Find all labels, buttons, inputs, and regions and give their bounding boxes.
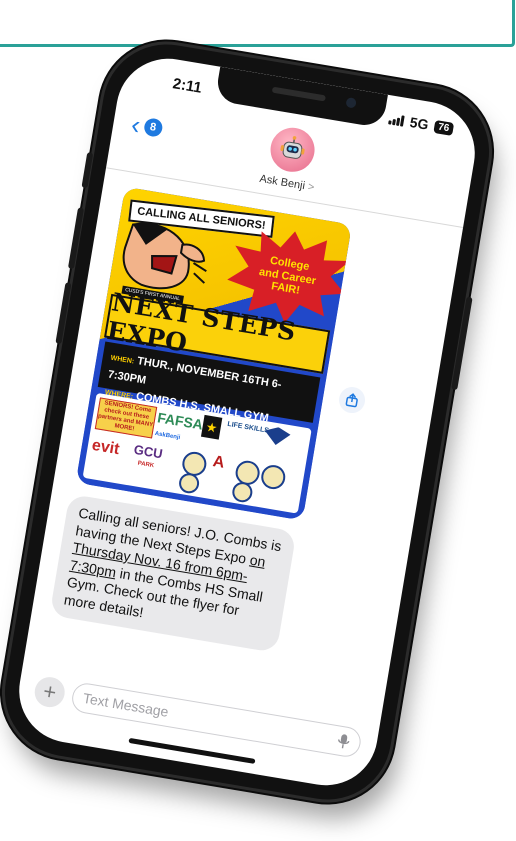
state-seal-logo (259, 463, 288, 491)
message-bubble[interactable]: Calling all seniors! J.O. Combs is havin… (49, 493, 297, 653)
chevron-left-icon: ‹ (129, 109, 143, 141)
contact-avatar[interactable] (267, 124, 318, 176)
fafsa-logo: FAFSA (156, 409, 205, 433)
microphone-icon[interactable] (336, 732, 350, 750)
when-label: WHEN: (110, 354, 135, 366)
message-placeholder: Text Message (81, 689, 170, 720)
add-attachment-button[interactable]: + (32, 674, 67, 710)
power-button (451, 296, 473, 391)
battery-icon: 76 (433, 119, 455, 136)
park-logo: PARK (137, 460, 155, 470)
message-input[interactable]: Text Message (69, 681, 363, 759)
status-indicators: 5G 76 (388, 110, 455, 136)
back-button[interactable]: ‹ 8 (129, 109, 164, 142)
evit-logo: evit (90, 436, 121, 459)
signal-bars-icon (388, 113, 405, 127)
ask-benji-logo: AskBenji (154, 430, 181, 442)
gcu-logo: GCU (132, 441, 164, 462)
front-camera (345, 97, 357, 109)
contact-chevron-icon: > (306, 180, 316, 194)
iphone-device: 2:11 5G 76 ‹ 8 Ask Benji > CALLING ALL S… (0, 34, 499, 810)
share-button[interactable] (337, 385, 368, 416)
speaker-grille (271, 86, 326, 102)
mute-switch (81, 151, 94, 189)
army-star-logo: ★ (200, 414, 223, 440)
volume-up-button (67, 207, 85, 270)
share-icon (345, 393, 358, 408)
teal-frame-border (0, 0, 515, 47)
volume-down-button (55, 282, 72, 345)
network-label: 5G (408, 113, 430, 133)
message-composer: + Text Message (32, 673, 363, 761)
arizona-logo: A (211, 453, 226, 472)
phone-screen: 2:11 5G 76 ‹ 8 Ask Benji > CALLING ALL S… (11, 50, 483, 794)
unread-count-badge: 8 (142, 117, 164, 138)
notch (214, 66, 388, 129)
home-indicator (128, 737, 256, 764)
seniors-note: SENIORS! Come check out these partners a… (94, 397, 158, 439)
status-time: 2:11 (171, 75, 204, 97)
life-skills-logo: LIFE SKILLS (226, 420, 270, 435)
robot-icon (280, 136, 305, 159)
flyer-image[interactable]: CALLING ALL SENIORS! College and Career … (75, 186, 353, 521)
